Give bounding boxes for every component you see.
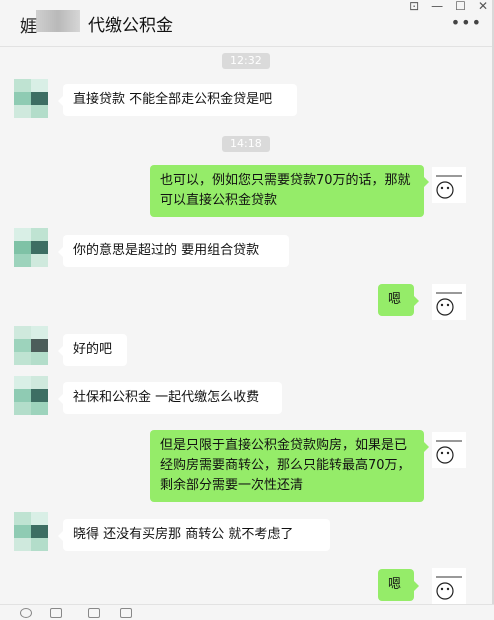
emoji-icon[interactable] bbox=[20, 608, 32, 618]
pin-button[interactable]: ⊡ bbox=[409, 0, 419, 14]
my-avatar[interactable] bbox=[432, 284, 466, 320]
contact-avatar[interactable] bbox=[14, 228, 48, 268]
contact-avatar[interactable] bbox=[14, 326, 48, 366]
my-avatar[interactable] bbox=[432, 568, 466, 604]
incoming-message[interactable]: 直接贷款 不能全部走公积金贷是吧 bbox=[58, 84, 297, 116]
outgoing-message[interactable]: 也可以，例如您只需要贷款70万的话，那就可以直接公积金贷款 bbox=[150, 165, 429, 217]
folder-icon[interactable] bbox=[50, 608, 62, 618]
my-avatar[interactable] bbox=[432, 167, 466, 203]
cartoon-avatar-icon bbox=[436, 292, 462, 316]
outgoing-message[interactable]: 嗯 bbox=[378, 284, 419, 316]
timestamp: 12:32 bbox=[222, 53, 270, 69]
incoming-message[interactable]: 你的意思是超过的 要用组合贷款 bbox=[58, 235, 289, 267]
outgoing-message[interactable]: 嗯 bbox=[378, 569, 419, 601]
scissors-icon[interactable] bbox=[88, 608, 100, 618]
maximize-button[interactable]: ☐ bbox=[455, 0, 466, 14]
my-avatar[interactable] bbox=[432, 432, 466, 468]
chat-history-icon[interactable] bbox=[120, 608, 132, 618]
title-prefix-glyph: 娾 bbox=[20, 17, 37, 37]
cartoon-avatar-icon bbox=[436, 576, 462, 600]
cartoon-avatar-icon bbox=[436, 175, 462, 199]
incoming-message[interactable]: 社保和公积金 一起代缴怎么收费 bbox=[58, 382, 282, 414]
contact-avatar[interactable] bbox=[14, 79, 48, 119]
minimize-button[interactable]: — bbox=[431, 0, 443, 14]
timestamp: 14:18 bbox=[222, 136, 270, 152]
window-controls: ⊡ — ☐ ✕ bbox=[409, 0, 488, 14]
outgoing-message[interactable]: 但是只限于直接公积金贷款购房，如果是已经购房需要商转公，那么只能转最高70万，剩… bbox=[150, 430, 429, 502]
blurred-contact-name bbox=[36, 10, 80, 32]
incoming-message[interactable]: 好的吧 bbox=[58, 334, 127, 366]
more-options-button[interactable]: ••• bbox=[451, 15, 482, 31]
contact-avatar[interactable] bbox=[14, 376, 48, 416]
input-toolbar bbox=[0, 604, 494, 620]
cartoon-avatar-icon bbox=[436, 440, 462, 464]
close-button[interactable]: ✕ bbox=[478, 0, 488, 14]
contact-avatar[interactable] bbox=[14, 512, 48, 552]
chat-title: 代缴公积金 bbox=[88, 16, 173, 36]
incoming-message[interactable]: 晓得 还没有买房那 商转公 就不考虑了 bbox=[58, 519, 330, 551]
